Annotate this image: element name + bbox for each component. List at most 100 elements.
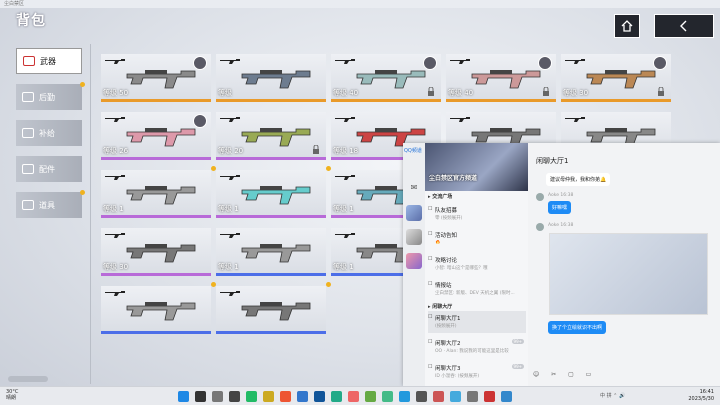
section-lobby: ▸ 闲聊大厅 <box>428 304 453 310</box>
taskbar-app-icon[interactable] <box>450 391 461 402</box>
taskbar-app-icon[interactable] <box>484 391 495 402</box>
weapon-card[interactable]: 等级 1 <box>216 170 326 218</box>
rarity-bar <box>101 273 211 276</box>
weapon-card[interactable]: 等级 40 <box>331 54 441 102</box>
lobby-channel-item[interactable]: ☐ 闲聊大厅3 ID 小温吞: (按频展开) 99+ <box>428 361 526 383</box>
channel-desc: OO · Alan: 我说我的可能这里是比较 <box>435 349 509 354</box>
taskbar-app-icon[interactable] <box>314 391 325 402</box>
clock[interactable]: 16:41 2023/5/30 <box>688 389 714 403</box>
channel-name: 队友招募 <box>435 208 458 214</box>
rarity-bar <box>216 99 326 102</box>
weapon-level: 等级 26 <box>103 147 129 155</box>
rarity-bar <box>331 99 441 102</box>
user-avatar <box>536 193 544 201</box>
rarity-bar <box>101 215 211 218</box>
taskbar-app-icon[interactable] <box>263 391 274 402</box>
equipped-character-avatar <box>193 56 207 70</box>
clock-date: 2023/5/30 <box>688 396 714 402</box>
weapon-card[interactable]: 等级 1 <box>101 170 211 218</box>
weapon-image <box>126 70 196 89</box>
channel-item[interactable]: ☐ 活动告知 🔥 <box>428 228 526 250</box>
section-notice: ▸ 交流广场 <box>428 194 453 200</box>
chat-bubble-icon: ☐ <box>428 339 433 345</box>
sidebar-item[interactable]: 配件 <box>16 156 82 182</box>
weapon-card[interactable]: 等级 1 <box>216 228 326 276</box>
taskbar-app-icon[interactable] <box>348 391 359 402</box>
back-button[interactable] <box>654 14 714 38</box>
weather-desc: 晴朗 <box>6 395 17 401</box>
channel-item[interactable]: ☐ 情报站 尘白禁区: 新版、DEV 天机之翼 (限时... <box>428 278 526 300</box>
taskbar-app-icon[interactable] <box>382 391 393 402</box>
lobby-channel-item[interactable]: ☐ 闲聊大厅1 (按频展开) <box>428 311 526 333</box>
taskbar-app-icon[interactable] <box>246 391 257 402</box>
taskbar-app-icon[interactable] <box>467 391 478 402</box>
weapon-card[interactable] <box>101 286 211 334</box>
chat-image-screenshot[interactable] <box>549 233 708 315</box>
weapon-card[interactable]: 等级 50 <box>101 54 211 102</box>
guild-avatar[interactable] <box>406 229 422 245</box>
channel-icon: ☐ <box>428 206 433 212</box>
taskbar-app-icon[interactable] <box>365 391 376 402</box>
chat-bubble-icon: ☐ <box>428 314 433 320</box>
chat-message: 好嘛嘿 <box>548 201 572 214</box>
category-sidebar: 武器后勤补给配件道具 <box>16 48 85 228</box>
weapon-card[interactable] <box>216 286 326 334</box>
chat-message: 建议母仲我，我和你弟🔔 <box>546 173 611 186</box>
taskbar-app-icon[interactable] <box>501 391 512 402</box>
weather-widget[interactable]: 30°C 晴朗 <box>6 389 18 401</box>
taskbar-app-icon[interactable] <box>399 391 410 402</box>
weapon-card[interactable]: 等级 30 <box>101 228 211 276</box>
taskbar-app-icon[interactable] <box>297 391 308 402</box>
sidebar-item[interactable]: 武器 <box>16 48 82 74</box>
weapon-image <box>471 70 541 89</box>
guild-title: 尘白禁区官方频道 <box>429 175 478 182</box>
item-icon <box>22 200 34 210</box>
home-button[interactable] <box>614 14 640 38</box>
mail-icon[interactable]: ✉ <box>409 183 419 193</box>
sidebar-item[interactable]: 道具 <box>16 190 85 218</box>
weapon-card[interactable]: 等级 26 <box>101 112 211 160</box>
channel-desc: 🔥 <box>435 240 441 245</box>
rarity-bar <box>101 157 211 160</box>
sidebar-item-label: 武器 <box>40 56 56 66</box>
sidebar-item-label: 后勤 <box>39 92 55 102</box>
lock-icon <box>543 87 549 96</box>
game-window: 尘白禁区 背包 武器 后勤 补给 配件 道具 等级 50 等级 等级 40 等级 40 等级 3… <box>0 0 720 405</box>
supply-icon <box>22 128 34 138</box>
taskbar-app-icon[interactable] <box>195 391 206 402</box>
taskbar-app-icon[interactable] <box>416 391 427 402</box>
chat-toolbar[interactable]: ☺ ✂ ▢ ▭ <box>533 371 596 378</box>
taskbar-app-icon[interactable] <box>331 391 342 402</box>
weapon-level: 等级 40 <box>448 89 474 97</box>
channel-item[interactable]: ☐ 队友招募零 (按频展开) <box>428 203 526 225</box>
weapon-icon <box>23 56 35 66</box>
guild-avatar[interactable] <box>406 253 422 269</box>
notice-dot <box>211 166 216 171</box>
guild-avatar[interactable] <box>406 205 422 221</box>
weapon-card[interactable]: 等级 40 <box>446 54 556 102</box>
sidebar-item[interactable]: 补给 <box>16 120 82 146</box>
taskbar-app-icon[interactable] <box>212 391 223 402</box>
taskbar-app-icon[interactable] <box>229 391 240 402</box>
taskbar-app-icon[interactable] <box>178 391 189 402</box>
logistics-icon <box>22 92 34 102</box>
taskbar-app-icon[interactable] <box>433 391 444 402</box>
weapon-card[interactable]: 等级 <box>216 54 326 102</box>
equipped-character-avatar <box>193 114 207 128</box>
sidebar-item[interactable]: 后勤 <box>16 82 85 110</box>
taskbar-app-icon[interactable] <box>280 391 291 402</box>
channel-name: 攻略讨论 <box>435 258 458 264</box>
system-tray[interactable]: 中 拼 ⌃ 🔊 <box>600 392 625 399</box>
clock-time: 16:41 <box>699 389 714 395</box>
weapon-image <box>241 70 311 89</box>
weapon-level: 等级 1 <box>218 205 239 213</box>
channel-icon: ☐ <box>428 231 433 237</box>
channel-item[interactable]: ☐ 攻略讨论 小智: 暗山这个是哪些？哦 <box>428 253 526 275</box>
sidebar-item-label: 补给 <box>39 128 55 138</box>
chat-bubble-icon: ☐ <box>428 364 433 370</box>
lobby-channel-item[interactable]: ☐ 闲聊大厅2 OO · Alan: 我说我的可能这里是比较 99+ <box>428 336 526 358</box>
weapon-level: 等级 1 <box>333 205 354 213</box>
weapon-card[interactable]: 等级 30 <box>561 54 671 102</box>
weapon-card[interactable]: 等级 20 <box>216 112 326 160</box>
weapon-level: 等级 1 <box>333 263 354 271</box>
